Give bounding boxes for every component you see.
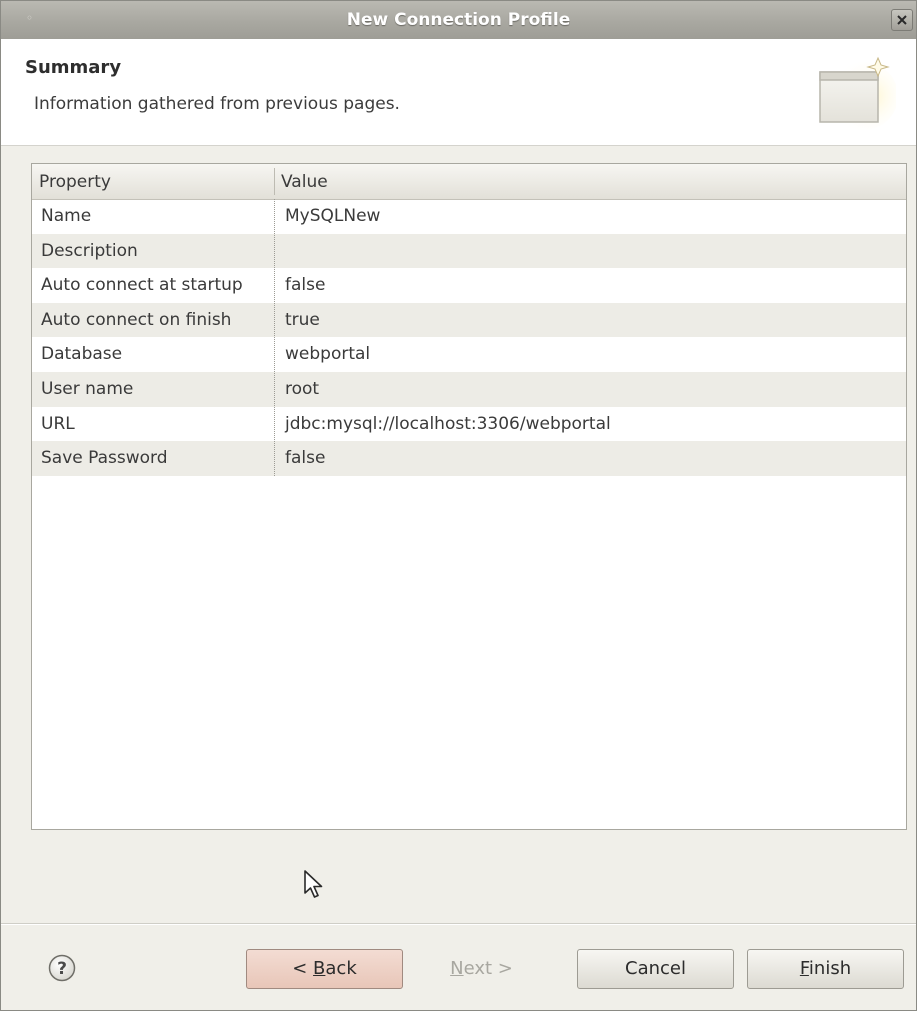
- dialog-window: ◦ New Connection Profile Summary Informa…: [0, 0, 917, 1011]
- value-cell: MySQLNew: [285, 206, 381, 226]
- table-row[interactable]: Database webportal: [32, 337, 906, 372]
- property-cell: Auto connect at startup: [41, 275, 243, 296]
- back-button[interactable]: < Back: [246, 949, 403, 989]
- column-header-property[interactable]: Property: [39, 164, 271, 199]
- table-row[interactable]: Save Password false: [32, 441, 906, 476]
- back-label-rest: ack: [325, 958, 357, 979]
- property-cell: Description: [41, 240, 138, 261]
- table-body: Name MySQLNew Description Auto connect a…: [32, 199, 906, 476]
- property-cell: URL: [41, 413, 75, 434]
- column-header-value[interactable]: Value: [281, 164, 328, 199]
- table-row[interactable]: Name MySQLNew: [32, 199, 906, 234]
- value-cell: true: [285, 309, 320, 330]
- mouse-pointer-icon: [304, 870, 323, 898]
- value-cell: root: [285, 378, 320, 399]
- column-divider[interactable]: [274, 168, 275, 195]
- property-cell: Save Password: [41, 448, 168, 469]
- finish-label-rest: inish: [808, 958, 852, 979]
- column-separator: [274, 199, 275, 476]
- button-bar-separator: [1, 923, 916, 925]
- back-label-prefix: <: [292, 958, 314, 979]
- help-icon[interactable]: ?: [48, 954, 76, 982]
- property-cell: Auto connect on finish: [41, 309, 232, 330]
- back-label-mnemonic: B: [313, 958, 326, 979]
- title-bar[interactable]: ◦ New Connection Profile: [1, 1, 916, 40]
- summary-table[interactable]: Property Value Name MySQLNew Description…: [31, 163, 907, 830]
- wizard-banner: Summary Information gathered from previo…: [1, 39, 916, 146]
- page-description: Information gathered from previous pages…: [34, 94, 400, 114]
- property-cell: Name: [41, 206, 92, 226]
- property-cell: User name: [41, 378, 134, 399]
- close-button[interactable]: [891, 9, 913, 31]
- value-cell: false: [285, 448, 326, 469]
- close-icon: [897, 15, 907, 25]
- finish-button[interactable]: Finish: [747, 949, 904, 989]
- table-row[interactable]: User name root: [32, 371, 906, 407]
- value-cell: false: [285, 275, 326, 296]
- value-cell: jdbc:mysql://localhost:3306/webportal: [285, 413, 611, 434]
- next-button[interactable]: Next >: [404, 949, 559, 989]
- next-label-mnemonic: N: [450, 958, 464, 979]
- value-cell: webportal: [285, 344, 371, 365]
- finish-label-mnemonic: F: [799, 958, 809, 979]
- table-header: Property Value: [32, 164, 906, 200]
- wizard-banner-icon: [819, 56, 896, 130]
- property-cell: Database: [41, 344, 123, 365]
- svg-text:?: ?: [57, 959, 67, 979]
- window-title: New Connection Profile: [346, 10, 571, 30]
- table-row[interactable]: Description: [32, 233, 906, 269]
- table-row[interactable]: URL jdbc:mysql://localhost:3306/webporta…: [32, 407, 906, 442]
- table-row[interactable]: Auto connect at startup false: [32, 268, 906, 303]
- table-row[interactable]: Auto connect on finish true: [32, 302, 906, 338]
- page-title: Summary: [25, 57, 122, 78]
- cancel-button[interactable]: Cancel: [577, 949, 734, 989]
- next-label-rest: ext >: [463, 958, 513, 979]
